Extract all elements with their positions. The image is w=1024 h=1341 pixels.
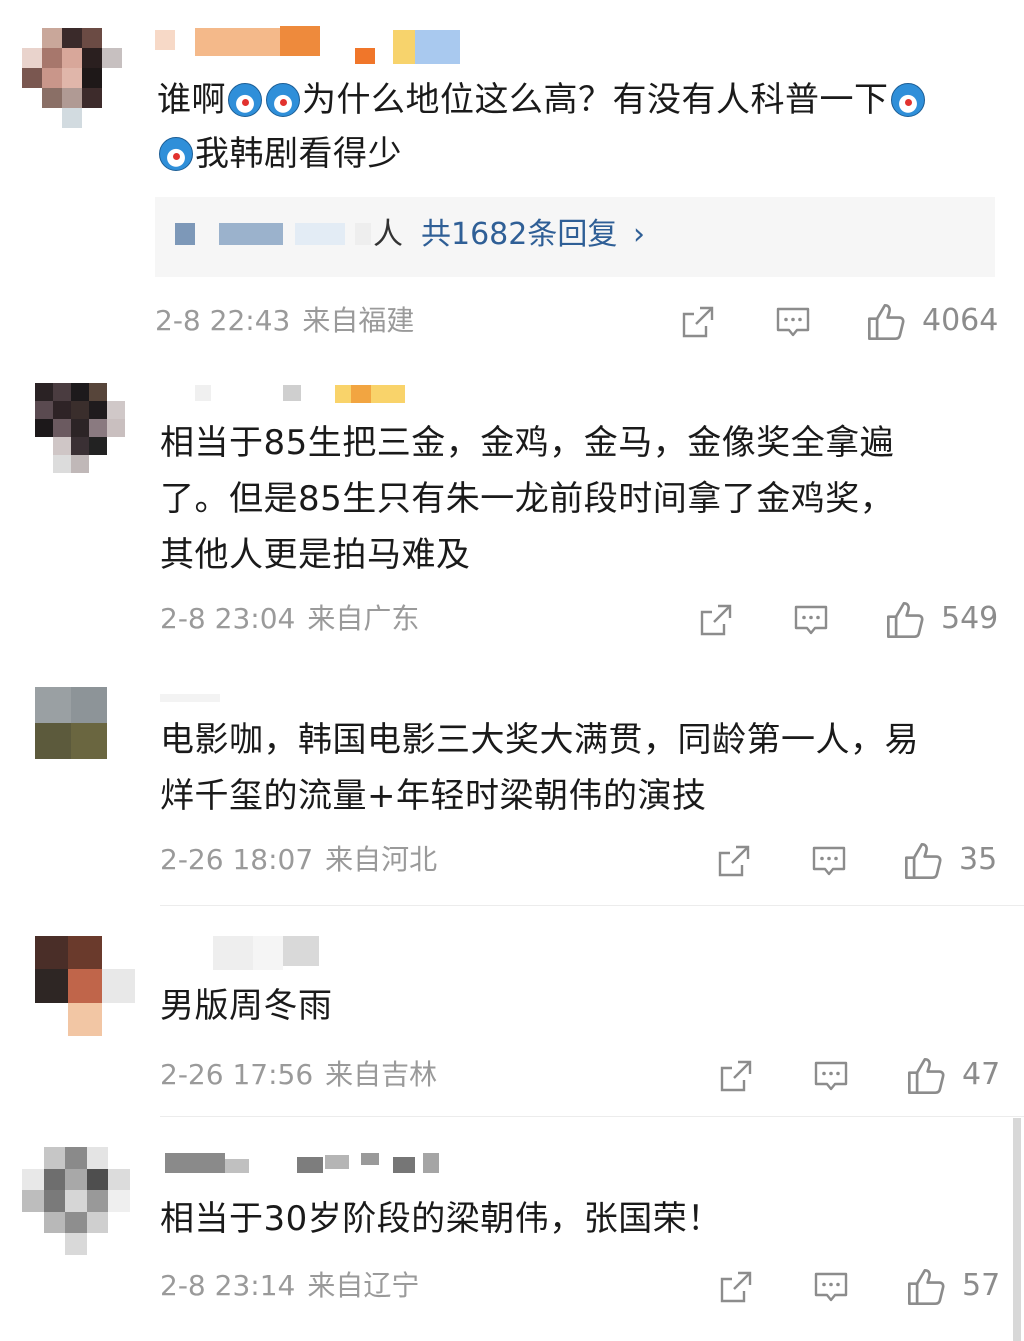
- comment-text-line: 电影咖，韩国电影三大奖大满贯，同龄第一人，易: [160, 720, 919, 760]
- comment-icon[interactable]: [811, 843, 847, 879]
- thumbs-up-icon[interactable]: [885, 600, 925, 640]
- like-count: 35: [959, 842, 998, 877]
- comment-meta: 2-26 17:56 来自吉林: [160, 1058, 437, 1092]
- comment-icon[interactable]: [793, 602, 829, 638]
- comment-time: 2-8 23:04: [160, 602, 296, 635]
- comment-text: 谁啊 为什么地位这么高？有没有人科普一下: [157, 72, 927, 128]
- username-redacted[interactable]: [155, 24, 465, 64]
- comment-text-segment: 为什么地位这么高？有没有人科普一下: [302, 80, 889, 120]
- comment-text: 相当于85生把三金，金鸡，金马，金像奖全拿遍 了。但是85生只有朱一龙前段时间拿…: [160, 415, 894, 583]
- username-redacted[interactable]: [165, 1151, 445, 1191]
- comment-item: 男版周冬雨 2-26 17:56 来自吉林 47: [0, 906, 1024, 1116]
- share-icon[interactable]: [718, 1058, 754, 1094]
- comment-text-line: 其他人更是拍马难及: [160, 535, 471, 575]
- comment-feed: 谁啊 为什么地位这么高？有没有人科普一下 我韩剧看得少 人 共1682条回复 › …: [0, 0, 1024, 1341]
- doraemon-emoji-icon: [266, 83, 300, 117]
- username-redacted[interactable]: [213, 936, 323, 976]
- comment-text-line: 男版周冬雨: [160, 986, 333, 1026]
- comment-icon[interactable]: [813, 1269, 849, 1305]
- comment-time: 2-26 17:56: [160, 1058, 314, 1091]
- doraemon-emoji-icon: [228, 83, 262, 117]
- reply-person-label: 人: [373, 217, 403, 252]
- comment-text-line: 相当于85生把三金，金鸡，金马，金像奖全拿遍: [160, 423, 895, 463]
- avatar[interactable]: [22, 28, 122, 128]
- thumbs-up-icon[interactable]: [906, 1267, 946, 1307]
- chevron-right-icon[interactable]: ›: [633, 217, 645, 253]
- comment-text-line: 相当于30岁阶段的梁朝伟，张国荣！: [160, 1199, 722, 1239]
- comment-text: 相当于30岁阶段的梁朝伟，张国荣！: [160, 1191, 722, 1247]
- comment-text: 我韩剧看得少: [157, 126, 402, 182]
- like-count: 57: [962, 1268, 1001, 1303]
- comment-location: 来自福建: [302, 304, 415, 337]
- comment-time: 2-8 23:14: [160, 1269, 296, 1302]
- scrollbar[interactable]: [1013, 1118, 1021, 1341]
- comment-location: 来自辽宁: [307, 1269, 420, 1302]
- comment-text: 电影咖，韩国电影三大奖大满贯，同龄第一人，易 烊千玺的流量+年轻时梁朝伟的演技: [160, 712, 919, 824]
- share-icon[interactable]: [680, 304, 716, 340]
- comment-location: 来自河北: [325, 843, 438, 876]
- reply-count-link[interactable]: 共1682条回复: [421, 217, 617, 253]
- like-count: 47: [962, 1057, 1001, 1092]
- avatar[interactable]: [22, 1147, 130, 1255]
- avatar[interactable]: [35, 687, 107, 759]
- comment-meta: 2-8 23:14 来自辽宁: [160, 1269, 419, 1303]
- comment-meta: 2-8 23:04 来自广东: [160, 602, 419, 636]
- comment-meta: 2-8 22:43 来自福建: [155, 304, 414, 338]
- comment-text-segment: 谁啊: [157, 80, 226, 120]
- comment-icon[interactable]: [813, 1058, 849, 1094]
- share-icon[interactable]: [698, 602, 734, 638]
- comment-time: 2-26 18:07: [160, 843, 314, 876]
- reply-usernames-redacted: [175, 223, 375, 245]
- like-count: 4064: [922, 303, 999, 338]
- comment-meta: 2-26 18:07 来自河北: [160, 843, 437, 877]
- doraemon-emoji-icon: [890, 83, 925, 117]
- thumbs-up-icon[interactable]: [903, 841, 943, 881]
- comment-icon[interactable]: [775, 304, 811, 340]
- share-icon[interactable]: [716, 843, 752, 879]
- comment-item: 相当于85生把三金，金鸡，金马，金像奖全拿遍 了。但是85生只有朱一龙前段时间拿…: [0, 355, 1024, 660]
- doraemon-emoji-icon: [159, 137, 193, 171]
- comment-time: 2-8 22:43: [155, 304, 291, 337]
- comment-text-line: 了。但是85生只有朱一龙前段时间拿了金鸡奖，: [160, 479, 895, 519]
- like-count: 549: [941, 601, 999, 636]
- comment-text-line: 烊千玺的流量+年轻时梁朝伟的演技: [160, 776, 707, 816]
- comment-location: 来自吉林: [325, 1058, 438, 1091]
- comment-item: 谁啊 为什么地位这么高？有没有人科普一下 我韩剧看得少 人 共1682条回复 › …: [0, 0, 1024, 355]
- replies-preview[interactable]: 人 共1682条回复 ›: [155, 197, 995, 277]
- comment-location: 来自广东: [307, 602, 420, 635]
- thumbs-up-icon[interactable]: [866, 302, 906, 342]
- avatar[interactable]: [35, 936, 135, 1036]
- comment-item: 电影咖，韩国电影三大奖大满贯，同龄第一人，易 烊千玺的流量+年轻时梁朝伟的演技 …: [0, 660, 1024, 905]
- comment-text: 男版周冬雨: [160, 978, 333, 1034]
- comment-text-segment: 我韩剧看得少: [195, 134, 402, 174]
- comment-item: 相当于30岁阶段的梁朝伟，张国荣！ 2-8 23:14 来自辽宁 57: [0, 1117, 1024, 1341]
- avatar[interactable]: [35, 383, 125, 473]
- thumbs-up-icon[interactable]: [906, 1056, 946, 1096]
- share-icon[interactable]: [718, 1269, 754, 1305]
